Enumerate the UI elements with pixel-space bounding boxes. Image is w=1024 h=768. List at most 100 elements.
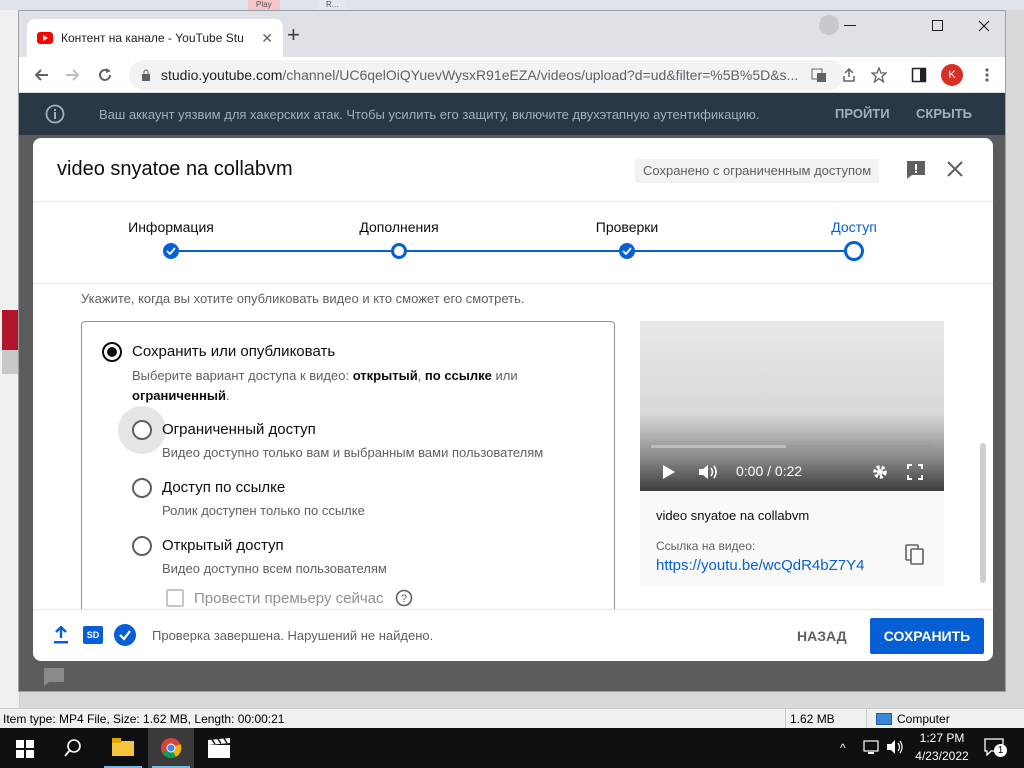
speaker-icon[interactable] <box>886 739 904 760</box>
windows-start-icon[interactable] <box>16 740 34 763</box>
step-extras-label[interactable]: Дополнения <box>329 219 469 235</box>
video-preview-card: 0:00 / 0:22 video snyatoe na collabvm Сс… <box>640 321 944 585</box>
checks-passed-icon[interactable] <box>114 624 136 646</box>
forward-arrow-icon[interactable] <box>59 61 87 89</box>
video-time: 0:00 / 0:22 <box>736 463 803 479</box>
visibility-section: Укажите, когда вы хотите опубликовать ви… <box>33 285 993 609</box>
notice-go-button[interactable]: ПРОЙТИ <box>835 106 890 121</box>
save-publish-radio[interactable] <box>102 342 122 362</box>
status-computer: Computer <box>897 712 950 726</box>
play-icon[interactable] <box>662 464 676 485</box>
close-dialog-icon[interactable] <box>947 161 963 182</box>
windows-taskbar: ^ 1:27 PM 4/23/2022 1 <box>0 728 1024 768</box>
bookmark-star-icon[interactable] <box>865 61 893 89</box>
preview-video-title: video snyatoe na collabvm <box>656 508 810 523</box>
explorer-side-panel <box>0 10 20 710</box>
computer-icon <box>876 713 892 725</box>
premiere-checkbox[interactable] <box>166 589 184 607</box>
step-checks-label[interactable]: Проверки <box>557 219 697 235</box>
side-panel-icon[interactable] <box>905 61 933 89</box>
reload-icon[interactable] <box>91 61 119 89</box>
notifications-icon[interactable]: 1 <box>984 738 1007 761</box>
notice-text: Ваш аккаунт уязвим для хакерских атак. Ч… <box>99 106 760 122</box>
notification-count-badge: 1 <box>994 744 1007 757</box>
tray-chevron-icon[interactable]: ^ <box>840 741 846 755</box>
volume-icon[interactable] <box>698 463 720 486</box>
video-buffer-bar <box>651 445 786 448</box>
step-info-check-icon[interactable] <box>163 243 179 259</box>
save-status-chip: Сохранено с ограниченным доступом <box>635 159 880 183</box>
step-visibility-dot[interactable] <box>844 241 864 261</box>
status-item-info: Item type: MP4 File, Size: 1.62 MB, Leng… <box>3 712 285 726</box>
tab-youtube-studio[interactable]: Контент на канале - YouTube Stu ✕ <box>27 19 283 57</box>
taskbar-chrome[interactable] <box>148 728 194 768</box>
footer-status: Проверка завершена. Нарушений не найдено… <box>152 628 434 643</box>
fullscreen-icon[interactable] <box>907 464 923 485</box>
chrome-icon <box>161 738 182 759</box>
tab-strip: Контент на канале - YouTube Stu ✕ + <box>19 11 1005 57</box>
browser-toolbar: studio.youtube.com/channel/UC6qelOiQYuev… <box>19 57 1005 93</box>
menu-kebab-icon[interactable] <box>973 61 1001 89</box>
dialog-scrollbar[interactable] <box>980 443 986 583</box>
save-publish-desc: Выберите вариант доступа к видео: открыт… <box>132 368 518 403</box>
clapperboard-icon <box>208 738 230 758</box>
private-label: Ограниченный доступ <box>162 421 316 438</box>
upload-icon[interactable] <box>53 625 69 649</box>
feedback-icon[interactable] <box>906 160 926 185</box>
back-arrow-icon[interactable] <box>27 61 55 89</box>
unlisted-radio[interactable] <box>132 478 152 498</box>
upload-dialog: video snyatoe na collabvm Сохранено с ог… <box>33 138 993 661</box>
help-icon[interactable]: ? <box>395 589 413 609</box>
youtube-icon <box>37 32 53 44</box>
folder-icon <box>112 738 134 756</box>
taskbar-file-explorer[interactable] <box>100 728 146 768</box>
dialog-title: video snyatoe na collabvm <box>57 158 293 180</box>
private-desc: Видео доступно только вам и выбранным ва… <box>162 445 544 460</box>
copy-link-icon[interactable] <box>905 544 925 571</box>
step-checks-check-icon[interactable] <box>619 243 635 259</box>
tab-close-icon[interactable]: ✕ <box>261 30 273 47</box>
step-extras-dot[interactable] <box>391 243 407 259</box>
page-content: Ваш аккаунт уязвим для хакерских атак. Ч… <box>19 93 1005 691</box>
desktop-top-strip <box>0 0 1024 10</box>
status-divider <box>866 709 867 729</box>
address-bar[interactable]: studio.youtube.com/channel/UC6qelOiQYuev… <box>129 60 844 90</box>
svg-text:?: ? <box>401 593 407 605</box>
dialog-header: video snyatoe na collabvm Сохранено с ог… <box>33 138 993 202</box>
background-window-tab: R... <box>318 0 347 10</box>
save-publish-box: Сохранить или опубликовать Выберите вари… <box>81 321 615 609</box>
close-window-icon[interactable] <box>961 11 1005 41</box>
video-link[interactable]: https://youtu.be/wcQdR4bZ7Y4 <box>656 557 864 574</box>
sd-quality-icon[interactable]: SD <box>83 626 103 644</box>
video-link-label: Ссылка на видео: <box>656 539 756 553</box>
url-path: /channel/UC6qelOiQYuevWysxR91eEZA/videos… <box>282 67 799 83</box>
translate-icon[interactable] <box>805 61 833 89</box>
status-divider <box>785 709 786 729</box>
public-radio[interactable] <box>132 536 152 556</box>
minimize-icon[interactable] <box>827 11 873 41</box>
share-icon[interactable] <box>835 61 863 89</box>
option-unlisted-text: по ссылке <box>424 368 492 383</box>
status-size: 1.62 MB <box>790 712 835 726</box>
step-visibility-label[interactable]: Доступ <box>784 219 924 235</box>
stepper-line <box>171 250 854 252</box>
clock-date[interactable]: 4/23/2022 <box>908 749 976 763</box>
search-icon[interactable] <box>64 739 82 762</box>
tab-title: Контент на канале - YouTube Stu <box>61 31 244 45</box>
explorer-status-bar: Item type: MP4 File, Size: 1.62 MB, Leng… <box>0 708 1024 729</box>
network-icon[interactable] <box>862 739 880 760</box>
back-button[interactable]: НАЗАД <box>797 618 847 654</box>
notice-hide-button[interactable]: СКРЫТЬ <box>916 106 972 121</box>
security-notice-banner: Ваш аккаунт уязвим для хакерских атак. Ч… <box>19 93 1005 135</box>
taskbar-video-app[interactable] <box>196 728 242 768</box>
new-tab-icon[interactable]: + <box>287 24 300 46</box>
maximize-icon[interactable] <box>915 11 961 41</box>
settings-gear-icon[interactable] <box>871 463 889 486</box>
private-radio[interactable] <box>132 420 152 440</box>
profile-avatar[interactable]: K <box>941 64 963 86</box>
clock-time[interactable]: 1:27 PM <box>912 731 972 745</box>
step-info-label[interactable]: Информация <box>101 219 241 235</box>
video-player[interactable]: 0:00 / 0:22 <box>640 321 944 491</box>
public-label: Открытый доступ <box>162 537 284 554</box>
save-button[interactable]: СОХРАНИТЬ <box>870 618 984 654</box>
